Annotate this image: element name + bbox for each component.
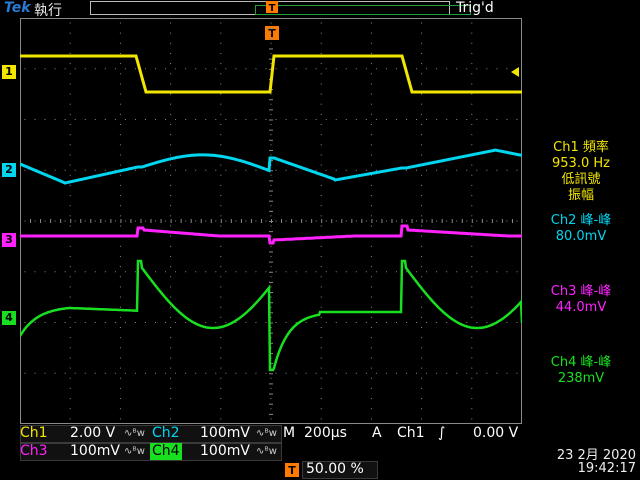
ch4-peak-to-peak-readout: Ch4 峰-峰 238mV [526, 355, 636, 387]
brand-logo: Tek [4, 0, 31, 16]
ch1-frequency-value: 953.0 Hz [552, 156, 610, 171]
ch3-peak-to-peak-readout: Ch3 峰-峰 44.0mV [526, 284, 636, 316]
timebase-value[interactable]: 200µs [304, 425, 347, 442]
ch4-pk2pk-title: Ch4 峰-峰 [550, 355, 612, 370]
trigger-position-marker-top[interactable]: T [264, 0, 280, 14]
ch1-scale-value[interactable]: 2.00 V [70, 425, 115, 442]
ch2-bandwidth-icon: ∿ᴮw [256, 428, 277, 439]
ch3-scale-value[interactable]: 100mV [70, 443, 120, 460]
ch1-frequency-note-amplitude: 振幅 [567, 188, 594, 203]
record-view-window [255, 5, 471, 15]
trigger-level-value[interactable]: 0.00 V [473, 425, 518, 442]
ch2-peak-to-peak-readout: Ch2 峰-峰 80.0mV [526, 213, 636, 245]
ch3-bandwidth-icon: ∿ᴮw [124, 446, 145, 457]
ch1-waveform [20, 54, 522, 94]
trigger-position-icon: T [285, 463, 299, 477]
trigger-mode: A [372, 425, 382, 441]
ch2-pk2pk-title: Ch2 峰-峰 [550, 213, 612, 228]
ch4-ground-marker[interactable]: 4 [2, 311, 16, 325]
trigger-top-letter: T [269, 3, 276, 14]
ch3-waveform [20, 224, 522, 245]
ch3-ground-marker[interactable]: 3 [2, 233, 16, 247]
ch2-scale-label[interactable]: Ch2 [150, 425, 182, 442]
waveform-graticule [20, 18, 522, 424]
ch2-ground-marker[interactable]: 2 [2, 163, 16, 177]
trigger-position-value[interactable]: 50.00 % [306, 461, 364, 478]
ch1-frequency-note-low-signal: 低訊號 [561, 172, 601, 187]
ch3-pk2pk-value: 44.0mV [555, 300, 607, 315]
time-readout: 19:42:17 [577, 461, 636, 476]
ch1-scale-label[interactable]: Ch1 [20, 425, 48, 442]
ch1-frequency-title: Ch1 頻率 [553, 140, 609, 155]
ch3-pk2pk-title: Ch3 峰-峰 [550, 284, 612, 299]
ch1-bandwidth-icon: ∿ᴮw [124, 428, 145, 439]
trigger-source[interactable]: Ch1 [397, 425, 425, 442]
trigger-slope-icon: ∫ [438, 425, 446, 441]
acquisition-state: 執行 [34, 3, 62, 19]
ch3-scale-label[interactable]: Ch3 [20, 443, 48, 460]
top-status-bar: Tek 執行 T Trig'd [0, 0, 640, 19]
ch4-pk2pk-value: 238mV [557, 371, 605, 386]
ch1-ground-marker[interactable]: 1 [2, 65, 16, 79]
ch2-scale-value[interactable]: 100mV [200, 425, 250, 442]
ch1-frequency-readout: Ch1 頻率 953.0 Hz 低訊號 振幅 [526, 140, 636, 204]
trigger-state: Trig'd [456, 0, 494, 16]
ch4-waveform [20, 259, 522, 372]
trigger-position-icon-letter: T [288, 464, 296, 477]
ch4-scale-label[interactable]: Ch4 [150, 443, 182, 460]
trigger-level-arrow[interactable] [510, 66, 520, 78]
timebase-label: M [283, 425, 296, 441]
ch4-bandwidth-icon: ∿ᴮw [256, 446, 277, 457]
ch2-pk2pk-value: 80.0mV [555, 229, 607, 244]
ch4-scale-value[interactable]: 100mV [200, 443, 250, 460]
